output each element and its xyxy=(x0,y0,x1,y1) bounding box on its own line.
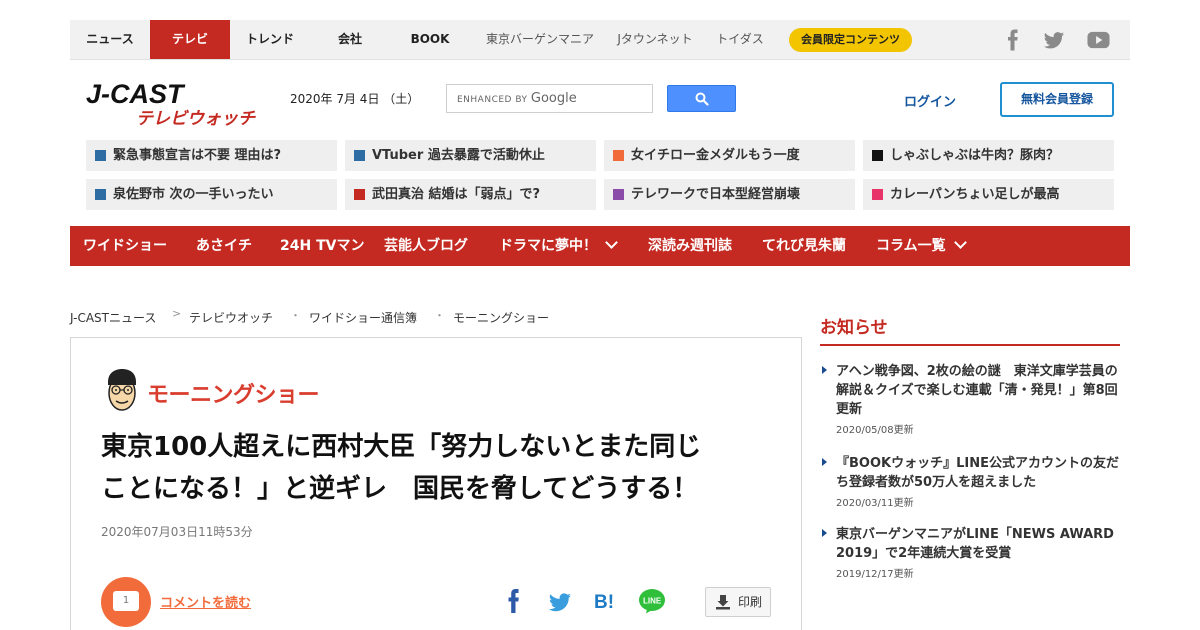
notice-item[interactable]: アヘン戦争図、2枚の絵の謎 東洋文庫学芸員の解説＆クイズで楽しむ連載「清・発見！… xyxy=(836,362,1126,436)
topic-color-marker xyxy=(613,150,624,161)
topic-color-marker xyxy=(872,189,883,200)
nav-trend[interactable]: トレンド xyxy=(230,20,310,59)
notice-divider xyxy=(820,344,1120,346)
nav-tv[interactable]: テレビ xyxy=(150,20,230,59)
category-24h-tvman[interactable]: 24H TVマン xyxy=(280,226,364,266)
notice-item[interactable]: 『BOOKウォッチ』LINE公式アカウントの友だち登録者数が50万人を超えました… xyxy=(836,454,1126,509)
print-icon xyxy=(716,595,730,610)
line-icon[interactable]: LINE xyxy=(638,588,666,614)
twitter-icon[interactable] xyxy=(1043,29,1065,51)
facebook-icon[interactable] xyxy=(1005,29,1021,51)
search-icon xyxy=(695,92,709,106)
svg-text:テレビウォッチ: テレビウォッチ xyxy=(136,109,256,128)
print-button[interactable]: 印刷 xyxy=(705,587,771,617)
category-terebi-mishuran[interactable]: てれび見朱蘭 xyxy=(762,226,846,266)
breadcrumb-item[interactable]: テレビウオッチ xyxy=(189,309,273,326)
chevron-right-icon xyxy=(822,529,827,537)
login-link[interactable]: ログイン xyxy=(904,91,956,110)
category-wideshow[interactable]: ワイドショー xyxy=(83,226,167,266)
search-button[interactable] xyxy=(667,85,736,112)
read-comments-link[interactable]: コメントを読む xyxy=(160,592,251,611)
hatena-bookmark-icon[interactable]: B! xyxy=(594,588,618,614)
nav-toidas[interactable]: トイダス xyxy=(705,20,775,59)
chevron-right-icon xyxy=(822,458,827,466)
comment-count: 1 xyxy=(113,591,139,611)
category-weekly-magazines[interactable]: 深読み週刊誌 xyxy=(648,226,732,266)
breadcrumb-item[interactable]: モーニングショー xyxy=(453,309,549,326)
svg-text:J-CAST: J-CAST xyxy=(86,79,186,109)
publish-date: 2020年07月03日11時53分 xyxy=(101,525,253,539)
category-drama-dropdown[interactable]: ドラマに夢中！ xyxy=(499,226,618,266)
article-headline: 東京100人超えに西村大臣「努力しないとまた同じ ことになる！」と逆ギレ 国民を… xyxy=(101,432,702,504)
topic-chip[interactable]: テレワークで日本型経営崩壊 xyxy=(604,179,855,210)
jcast-tv-watch-logo[interactable]: J-CAST テレビウォッチ xyxy=(84,78,269,128)
topic-color-marker xyxy=(95,150,106,161)
topic-chip[interactable]: カレーパンちょい足しが最高 xyxy=(863,179,1114,210)
series-title[interactable]: モーニングショー xyxy=(147,377,320,409)
youtube-icon[interactable] xyxy=(1087,29,1110,51)
notice-heading: お知らせ xyxy=(820,318,888,338)
mascot-face-icon xyxy=(108,369,136,411)
topic-chip[interactable]: しゃぶしゃぶは牛肉？豚肉？ xyxy=(863,140,1114,171)
svg-text:B!: B! xyxy=(594,592,614,613)
topic-color-marker xyxy=(872,150,883,161)
category-celebrity-blog[interactable]: 芸能人ブログ xyxy=(384,226,468,266)
search-placeholder: ENHANCED BY Google xyxy=(457,91,577,106)
nav-tokyo-bargain-mania[interactable]: 東京バーゲンマニア xyxy=(475,20,605,59)
category-asaichi[interactable]: あさイチ xyxy=(196,226,252,266)
breadcrumb-item[interactable]: ワイドショー通信簿 xyxy=(309,309,417,326)
search-input[interactable]: ENHANCED BY Google xyxy=(446,84,653,113)
breadcrumb-item[interactable]: J-CASTニュース xyxy=(70,309,156,326)
topic-chip[interactable]: 武田真治 結婚は「弱点」で? xyxy=(345,179,596,210)
chevron-down-icon xyxy=(953,236,967,249)
topic-chip[interactable]: 女イチロー金メダルもう一度 xyxy=(604,140,855,171)
breadcrumb-separator: ・ xyxy=(290,309,301,322)
topic-color-marker xyxy=(613,189,624,200)
notice-item[interactable]: 東京バーゲンマニアがLINE「NEWS AWARD 2019」で2年連続大賞を受… xyxy=(836,525,1126,580)
topic-color-marker xyxy=(354,189,365,200)
chevron-right-icon xyxy=(822,366,827,374)
nav-book[interactable]: BOOK xyxy=(390,20,470,59)
topic-chip[interactable]: 緊急事態宣言は不要 理由は? xyxy=(86,140,337,171)
breadcrumb-separator: ・ xyxy=(434,309,445,322)
topic-chip[interactable]: VTuber 過去暴露で活動休止 xyxy=(345,140,596,171)
chevron-down-icon xyxy=(605,236,618,249)
nav-news[interactable]: ニュース xyxy=(70,20,150,59)
current-date: 2020年 7月 4日 （土） xyxy=(290,92,420,106)
topic-color-marker xyxy=(354,150,365,161)
topic-chip[interactable]: 泉佐野市 次の一手いったい xyxy=(86,179,337,210)
nav-j-town-net[interactable]: Jタウンネット xyxy=(605,20,705,59)
member-content-badge[interactable]: 会員限定コンテンツ xyxy=(789,28,912,52)
topic-color-marker xyxy=(95,189,106,200)
nav-company[interactable]: 会社 xyxy=(310,20,390,59)
category-navigation: ワイドショー あさイチ 24H TVマン 芸能人ブログ ドラマに夢中！ 深読み週… xyxy=(70,226,1130,266)
category-columns-dropdown[interactable]: コラム一覧 xyxy=(876,226,967,266)
svg-text:LINE: LINE xyxy=(643,597,662,606)
breadcrumb-separator: > xyxy=(172,307,182,320)
register-button[interactable]: 無料会員登録 xyxy=(1000,82,1114,117)
facebook-share-icon[interactable] xyxy=(507,588,521,614)
twitter-share-icon[interactable] xyxy=(548,588,572,614)
top-navigation: ニュース テレビ トレンド 会社 BOOK 東京バーゲンマニア Jタウンネット … xyxy=(70,20,1130,60)
